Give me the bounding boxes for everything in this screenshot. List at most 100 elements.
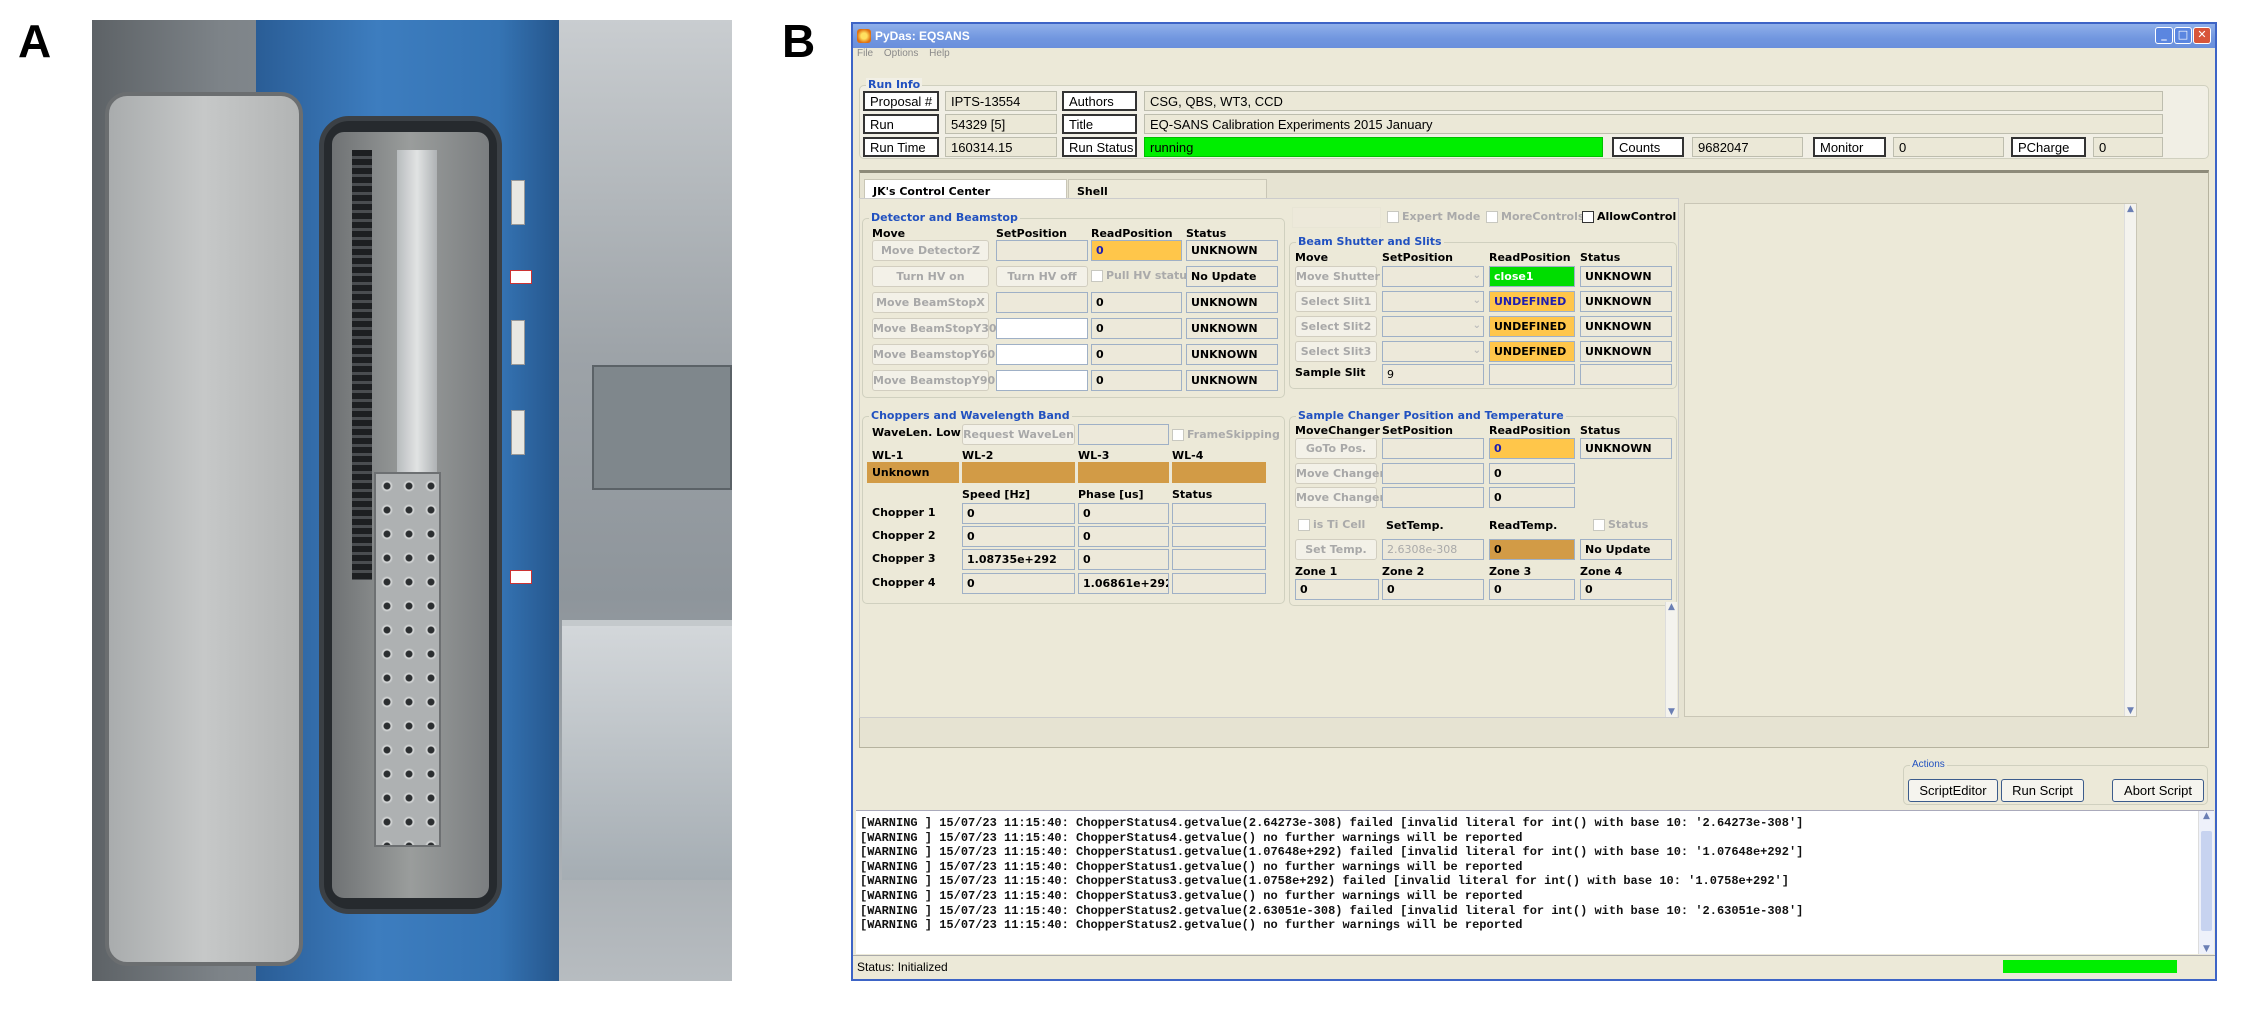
sample-header-setposition: SetPosition: [1382, 424, 1453, 437]
log-scroll-thumb[interactable]: [2201, 831, 2212, 931]
output-area[interactable]: ▲ ▼: [1684, 203, 2137, 717]
beam-move-button[interactable]: Move Shutter: [1295, 266, 1380, 287]
sample-slit-read: [1489, 364, 1575, 385]
abort-script-button[interactable]: Abort Script: [2112, 779, 2204, 802]
turn-hv-on-button[interactable]: Turn HV on: [872, 266, 989, 287]
panel-label-b: B: [782, 15, 816, 67]
beam-move-button[interactable]: Select Slit1: [1295, 291, 1377, 312]
log-line: [WARNING ] 15/07/23 11:15:40: ChopperSta…: [860, 816, 1804, 830]
log-output[interactable]: [WARNING ] 15/07/23 11:15:40: ChopperSta…: [856, 810, 2214, 954]
beamstopy30-readposition: 0: [1091, 318, 1182, 339]
minimize-button[interactable]: _: [2155, 27, 2173, 44]
chopper-speed: 0: [962, 573, 1075, 594]
move-changerx-button[interactable]: Move ChangerX: [1295, 463, 1393, 484]
settemp-input[interactable]: 2.6308e-308: [1382, 539, 1484, 560]
beamstopy60-setposition-input[interactable]: [996, 344, 1088, 365]
ti-cell-checkbox[interactable]: is Ti Cell: [1298, 518, 1365, 531]
frameskipping-checkbox[interactable]: FrameSkipping: [1172, 428, 1280, 441]
scroll-up-icon[interactable]: ▲: [1666, 602, 1677, 612]
beamstopx-readposition: 0: [1091, 292, 1182, 313]
output-scrollbar[interactable]: ▲ ▼: [2124, 204, 2136, 716]
pull-hv-status-checkbox[interactable]: Pull HV status: [1091, 269, 1194, 282]
log-line: [WARNING ] 15/07/23 11:15:40: ChopperSta…: [860, 845, 1804, 860]
move-beamstopx-button[interactable]: Move BeamStopX: [872, 292, 989, 313]
beamstopx-setposition: [996, 292, 1088, 313]
chopper-phase: 1.06861e+292: [1078, 573, 1169, 594]
turn-hv-off-button[interactable]: Turn HV off: [996, 266, 1088, 287]
menu-help[interactable]: Help: [929, 48, 950, 59]
detectorz-setposition: [996, 240, 1088, 261]
beam-move-button[interactable]: Select Slit2: [1295, 316, 1377, 337]
scroll-up-icon[interactable]: ▲: [2125, 204, 2136, 214]
chevron-down-icon[interactable]: ⌄: [1473, 345, 1481, 356]
chopper-status: [1172, 503, 1266, 524]
maximize-button[interactable]: □: [2174, 27, 2192, 44]
allow-control-checkbox[interactable]: AllowControl: [1582, 210, 1676, 223]
menu-options[interactable]: Options: [884, 48, 918, 59]
scroll-down-icon[interactable]: ▼: [1666, 707, 1677, 717]
authors-label: Authors: [1062, 91, 1137, 111]
chopper-status: [1172, 573, 1266, 594]
beam-setposition-combo[interactable]: ⌄: [1382, 341, 1484, 362]
beamstopy30-setposition-input[interactable]: [996, 318, 1088, 339]
ti-cell-label: is Ti Cell: [1313, 518, 1366, 531]
beam-status: UNKNOWN: [1580, 291, 1672, 312]
chopper-status-header: Status: [1172, 488, 1213, 501]
beam-header-setposition: SetPosition: [1382, 251, 1453, 264]
zone-label: Zone 2: [1382, 565, 1425, 578]
run-label: Run: [863, 114, 939, 134]
pydas-window: PyDas: EQSANS _ □ ✕ File Options Help Ru…: [851, 22, 2217, 981]
expert-mode-label: Expert Mode: [1402, 210, 1481, 223]
run-value: 54329 [5]: [945, 114, 1057, 134]
more-controls-checkbox[interactable]: MoreControls: [1486, 210, 1584, 223]
beam-move-button[interactable]: Select Slit3: [1295, 341, 1377, 362]
wavelen-input[interactable]: [1078, 424, 1169, 445]
chopper-phase: 0: [1078, 549, 1169, 570]
work-table: [562, 620, 732, 880]
chevron-down-icon[interactable]: ⌄: [1473, 320, 1481, 331]
run-time-label: Run Time: [863, 137, 939, 157]
chevron-down-icon[interactable]: ⌄: [1473, 270, 1481, 281]
expert-mode-checkbox[interactable]: Expert Mode: [1387, 210, 1480, 223]
beamstopy90-readposition: 0: [1091, 370, 1182, 391]
chopper-speed: 0: [962, 503, 1075, 524]
electronics-rack: [592, 365, 732, 490]
set-temp-button[interactable]: Set Temp.: [1295, 539, 1377, 560]
script-editor-button[interactable]: ScriptEditor: [1908, 779, 1998, 802]
wavelen-low-label: WaveLen. Low: [872, 426, 961, 439]
request-wavelen-button[interactable]: Request WaveLen: [962, 424, 1075, 445]
chevron-down-icon[interactable]: ⌄: [1473, 295, 1481, 306]
move-beamstopy90-button[interactable]: Move BeamstopY90: [872, 370, 995, 391]
chopper-status: [1172, 549, 1266, 570]
zone-value: 0: [1489, 579, 1575, 600]
scroll-down-icon[interactable]: ▼: [2199, 944, 2214, 954]
move-beamstopy30-button[interactable]: Move BeamStopY30: [872, 318, 997, 339]
menu-file[interactable]: File: [857, 48, 873, 59]
monitor-value: 0: [1893, 137, 2004, 157]
more-controls-label: MoreControls: [1501, 210, 1585, 223]
chopper-name: Chopper 2: [872, 529, 936, 542]
proposal-value: IPTS-13554: [945, 91, 1057, 111]
beamstopy90-setposition-input[interactable]: [996, 370, 1088, 391]
log-line: [WARNING ] 15/07/23 11:15:40: ChopperSta…: [860, 830, 1523, 845]
log-scrollbar[interactable]: ▲ ▼: [2198, 811, 2214, 954]
scroll-down-icon[interactable]: ▼: [2125, 706, 2136, 716]
detectorz-readposition: 0: [1091, 240, 1182, 261]
close-button[interactable]: ✕: [2193, 27, 2211, 44]
move-beamstopy60-button[interactable]: Move BeamstopY60: [872, 344, 995, 365]
temp-status-checkbox[interactable]: Status: [1593, 518, 1648, 531]
scroll-up-icon[interactable]: ▲: [2199, 811, 2214, 821]
goto-pos-button[interactable]: GoTo Pos.: [1295, 438, 1377, 459]
beam-setposition-combo[interactable]: ⌄: [1382, 316, 1484, 337]
beam-setposition-combo[interactable]: ⌄: [1382, 291, 1484, 312]
beam-setposition-combo[interactable]: ⌄: [1382, 266, 1484, 287]
menu-bar: File Options Help: [853, 48, 2215, 63]
speed-header: Speed [Hz]: [962, 488, 1031, 501]
run-script-button[interactable]: Run Script: [2001, 779, 2084, 802]
move-detectorz-button[interactable]: Move DetectorZ: [872, 240, 989, 261]
status-progress-bar: [2003, 960, 2177, 973]
hv-status: No Update: [1186, 266, 1278, 287]
control-panel-scrollbar[interactable]: ▲ ▼: [1665, 602, 1677, 717]
move-changery-button[interactable]: Move ChangerY: [1295, 487, 1393, 508]
blank-field: [1292, 207, 1381, 228]
